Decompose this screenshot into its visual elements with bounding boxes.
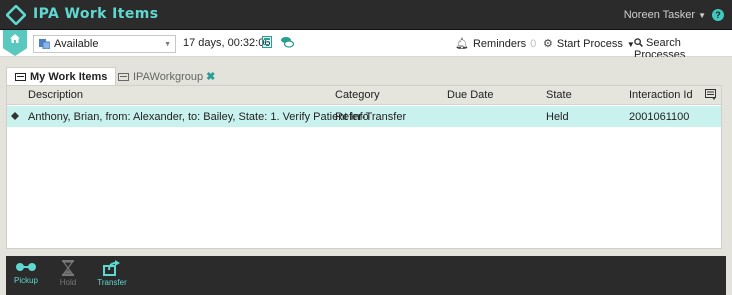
transfer-label: Transfer <box>97 278 127 287</box>
dropdown-arrow-icon: ▼ <box>164 41 171 48</box>
work-items-grid: Description Category Due Date State Inte… <box>6 85 722 249</box>
action-bar: Pickup Hold Transfer <box>6 256 726 295</box>
bell-icon: 🔔︎ <box>455 38 469 50</box>
gear-icon: ⚙ <box>543 38 553 50</box>
pickup-button[interactable]: Pickup <box>6 256 46 285</box>
column-header-description[interactable]: Description <box>28 89 83 101</box>
work-item-tabs: My Work Items IPAWorkgroup ✖ <box>0 57 732 86</box>
app-title: IPA Work Items <box>33 6 159 22</box>
column-header-category[interactable]: Category <box>335 89 380 101</box>
user-menu[interactable]: Noreen Tasker ▼ <box>624 9 706 21</box>
home-icon <box>10 34 20 43</box>
column-header-interaction-id[interactable]: Interaction Id <box>629 89 693 101</box>
status-icon <box>39 39 50 49</box>
tab-ipa-workgroup[interactable]: IPAWorkgroup ✖ <box>110 67 223 86</box>
diamond-logo-icon <box>6 5 26 25</box>
grid-header: Description Category Due Date State Inte… <box>7 86 721 105</box>
cell-state: Held <box>546 111 569 123</box>
tab-my-work-items[interactable]: My Work Items <box>6 67 117 86</box>
tab-label: IPAWorkgroup <box>133 71 204 83</box>
transfer-icon <box>103 260 120 276</box>
reminders-count: 0 <box>530 38 537 50</box>
pickup-label: Pickup <box>13 276 38 285</box>
table-row[interactable]: Anthony, Brian, from: Alexander, to: Bai… <box>7 106 721 127</box>
hourglass-icon <box>62 260 74 276</box>
column-header-state[interactable]: State <box>546 89 572 101</box>
search-icon <box>634 38 643 47</box>
reminders-label: Reminders <box>472 38 527 50</box>
chevron-down-icon: ▼ <box>698 11 706 20</box>
user-name: Noreen Tasker <box>623 9 696 21</box>
calculator-icon[interactable] <box>262 36 272 48</box>
toolbar: Available ▼ 17 days, 00:32:06 🔔︎ Reminder… <box>0 30 732 61</box>
availability-value: Available <box>54 38 99 50</box>
list-icon <box>118 73 129 81</box>
close-icon[interactable]: ✖ <box>206 71 215 83</box>
cell-interaction-id: 2001061100 <box>629 111 690 123</box>
coins-icon[interactable] <box>280 36 294 48</box>
pickup-icon <box>16 263 36 271</box>
transfer-button[interactable]: Transfer <box>92 256 132 287</box>
column-header-due-date[interactable]: Due Date <box>447 89 493 101</box>
cell-category: Refer-Transfer <box>335 111 407 123</box>
selected-row-indicator-icon <box>11 112 19 120</box>
availability-select[interactable]: Available ▼ <box>33 35 176 53</box>
help-icon[interactable]: ? <box>712 9 724 21</box>
home-button[interactable] <box>3 30 27 56</box>
start-process-button[interactable]: ⚙ Start Process ▼ <box>543 37 635 50</box>
app-header: IPA Work Items Noreen Tasker ▼ ? <box>0 0 732 30</box>
list-icon <box>15 73 26 81</box>
hold-button[interactable]: Hold <box>48 256 88 287</box>
reminders-button[interactable]: 🔔︎ Reminders 0 <box>455 37 536 50</box>
column-chooser-icon[interactable] <box>705 89 716 100</box>
hold-label: Hold <box>59 278 77 287</box>
elapsed-time: 17 days, 00:32:06 <box>183 37 271 49</box>
tab-label: My Work Items <box>30 71 108 83</box>
start-process-label: Start Process <box>556 38 623 50</box>
cell-description: Anthony, Brian, from: Alexander, to: Bai… <box>28 111 369 123</box>
